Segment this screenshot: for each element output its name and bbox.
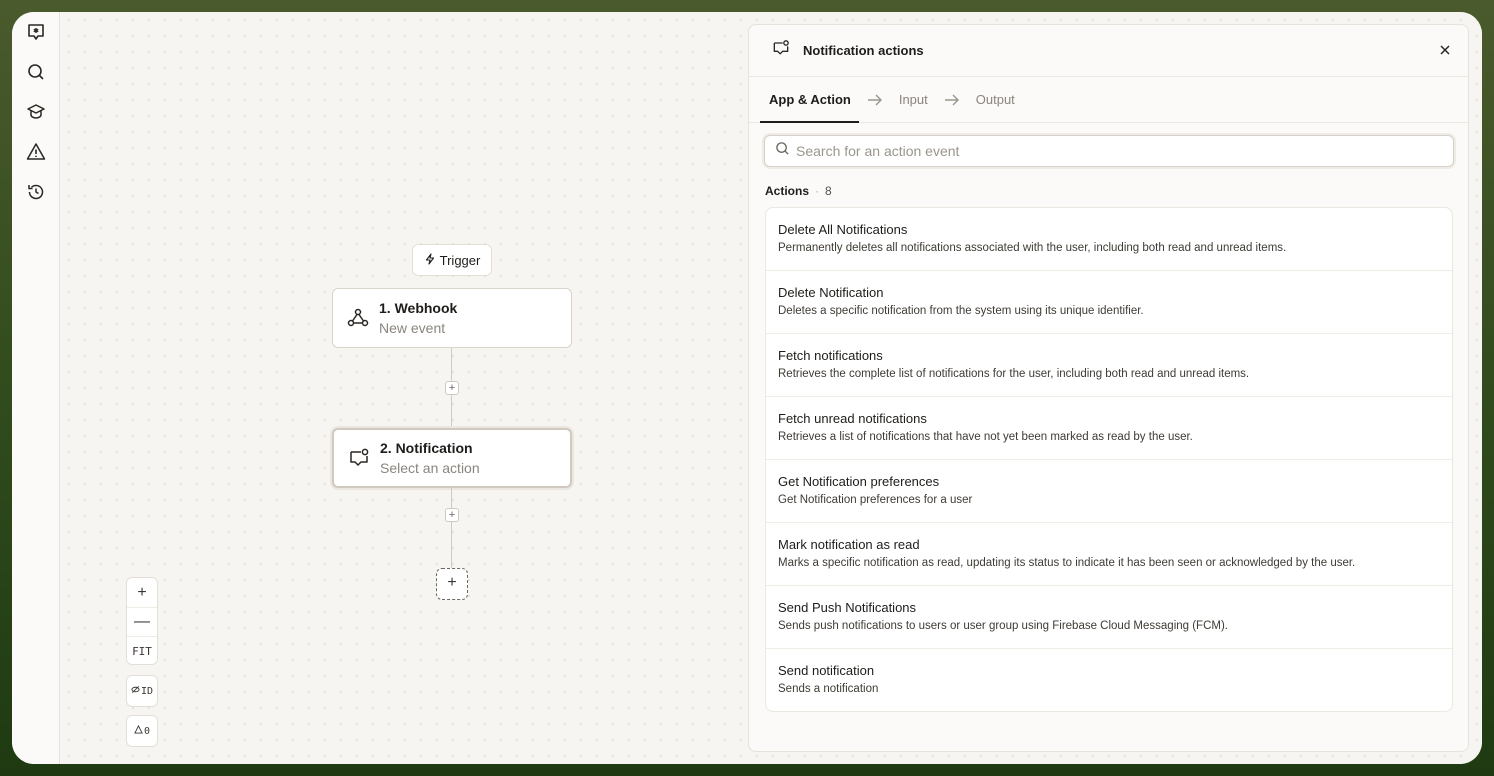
action-title: Delete All Notifications	[778, 222, 908, 237]
learn-icon[interactable]	[24, 100, 48, 124]
action-search-box	[764, 135, 1454, 167]
action-description: Permanently deletes all notifications as…	[778, 242, 1287, 254]
zoom-out-button[interactable]: —	[127, 607, 157, 636]
zoom-controls: + — FIT	[126, 577, 158, 665]
logo-icon[interactable]	[24, 20, 48, 44]
add-step-button[interactable]: +	[436, 568, 468, 600]
fit-view-button[interactable]: FIT	[127, 636, 157, 665]
search-icon	[775, 141, 790, 161]
warnings-count: 0	[143, 725, 151, 737]
action-description: Deletes a specific notification from the…	[778, 305, 1144, 317]
node-title: 2. Notification	[380, 440, 473, 456]
action-description: Marks a specific notification as read, u…	[778, 557, 1356, 569]
app-window: Trigger 1. Webhook New event + 2. Notifi…	[12, 12, 1482, 764]
actions-label: Actions	[765, 184, 810, 198]
node-subtitle: Select an action	[380, 460, 480, 476]
insert-step-button[interactable]: +	[445, 508, 459, 522]
actions-panel: Notification actions App & Action Input …	[748, 24, 1469, 752]
list-item[interactable]: Mark notification as read Marks a specif…	[766, 523, 1452, 586]
action-title: Send Push Notifications	[778, 600, 917, 615]
node-subtitle: New event	[379, 320, 446, 336]
alert-icon[interactable]	[24, 140, 48, 164]
actions-list: Delete All Notifications Permanently del…	[765, 207, 1453, 712]
panel-title: Notification actions	[803, 43, 924, 58]
notification-node[interactable]: 2. Notification Select an action	[332, 428, 572, 488]
tab-output[interactable]: Output	[976, 92, 1015, 107]
list-item[interactable]: Fetch notifications Retrieves the comple…	[766, 334, 1452, 397]
trigger-label: Trigger	[439, 252, 481, 268]
webhook-icon	[345, 305, 371, 331]
action-description: Get Notification preferences for a user	[778, 494, 973, 506]
action-title: Send notification	[778, 663, 875, 678]
action-description: Sends a notification	[778, 683, 879, 695]
zoom-in-button[interactable]: +	[127, 578, 157, 607]
close-icon[interactable]	[1436, 41, 1454, 59]
list-item[interactable]: Fetch unread notifications Retrieves a l…	[766, 397, 1452, 460]
action-description: Retrieves a list of notifications that h…	[778, 431, 1193, 443]
left-sidebar	[12, 12, 60, 764]
action-description: Sends push notifications to users or use…	[778, 620, 1228, 632]
action-title: Fetch unread notifications	[778, 411, 927, 426]
actions-header: Actions · 8	[765, 184, 832, 198]
trigger-button[interactable]: Trigger	[412, 244, 492, 276]
separator-dot: ·	[815, 184, 820, 198]
tab-input[interactable]: Input	[899, 92, 928, 107]
action-title: Fetch notifications	[778, 348, 883, 363]
action-description: Retrieves the complete list of notificat…	[778, 368, 1250, 380]
eye-off-icon	[131, 685, 140, 697]
actions-count: 8	[825, 184, 832, 198]
action-title: Delete Notification	[778, 285, 884, 300]
node-title: 1. Webhook	[379, 300, 458, 316]
step-tabs: App & Action Input Output	[749, 77, 1468, 123]
list-item[interactable]: Delete Notification Deletes a specific n…	[766, 271, 1452, 334]
panel-header: Notification actions	[749, 25, 1468, 77]
arrow-right-icon	[944, 94, 960, 106]
list-item[interactable]: Send notification Sends a notification	[766, 649, 1452, 711]
id-toggle-label: ID	[140, 685, 154, 697]
active-tab-indicator	[760, 121, 859, 123]
list-item[interactable]: Delete All Notifications Permanently del…	[766, 208, 1452, 271]
list-item[interactable]: Send Push Notifications Sends push notif…	[766, 586, 1452, 649]
lightning-icon	[424, 252, 436, 268]
connector-line	[451, 488, 452, 568]
action-title: Mark notification as read	[778, 537, 920, 552]
toggle-ids-button[interactable]: ID	[126, 675, 158, 707]
arrow-right-icon	[867, 94, 883, 106]
warnings-button[interactable]: 0	[126, 715, 158, 747]
notification-icon	[346, 445, 372, 471]
insert-step-button[interactable]: +	[445, 381, 459, 395]
webhook-node[interactable]: 1. Webhook New event	[332, 288, 572, 348]
tab-app-action[interactable]: App & Action	[769, 92, 851, 107]
action-title: Get Notification preferences	[778, 474, 940, 489]
notification-icon	[771, 38, 791, 63]
history-icon[interactable]	[24, 180, 48, 204]
search-input[interactable]	[796, 143, 1436, 159]
search-icon[interactable]	[24, 60, 48, 84]
list-item[interactable]: Get Notification preferences Get Notific…	[766, 460, 1452, 523]
warning-icon	[134, 724, 143, 737]
